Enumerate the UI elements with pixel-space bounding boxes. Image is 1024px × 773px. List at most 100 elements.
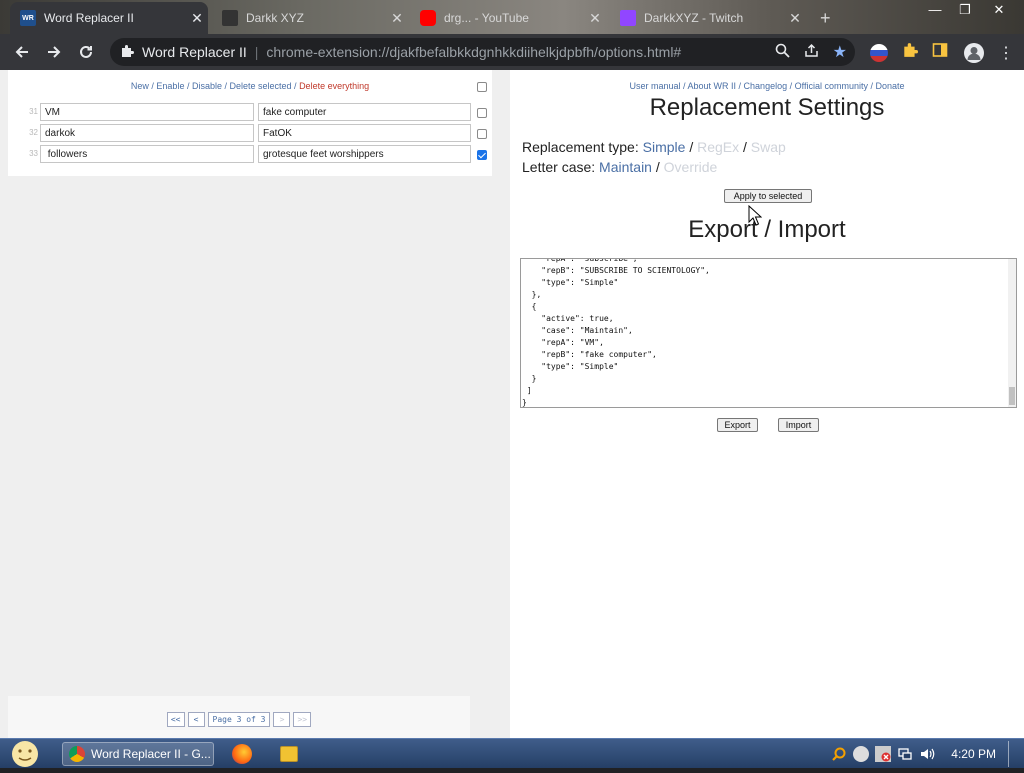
changelog-link[interactable]: Changelog bbox=[744, 81, 788, 91]
close-icon[interactable]: ✕ bbox=[186, 10, 208, 27]
settings-pane: User manual / About WR II / Changelog / … bbox=[510, 70, 1024, 738]
minimize-icon[interactable]: — bbox=[920, 2, 950, 17]
enable-link[interactable]: Enable bbox=[156, 81, 184, 91]
row-checkbox[interactable] bbox=[477, 108, 487, 118]
network-warning-icon[interactable] bbox=[875, 746, 892, 762]
row-checkbox[interactable] bbox=[477, 150, 487, 160]
case-override-option[interactable]: Override bbox=[664, 159, 718, 175]
restore-icon[interactable]: ❐ bbox=[950, 2, 980, 18]
close-icon[interactable]: ✕ bbox=[784, 10, 806, 27]
table-row: 33 followers grotesque feet worshippers bbox=[8, 145, 492, 164]
new-link[interactable]: New bbox=[131, 81, 149, 91]
replace-field[interactable]: FatOK bbox=[258, 124, 471, 142]
apply-to-selected-button[interactable]: Apply to selected bbox=[724, 189, 812, 203]
address-bar[interactable]: Word Replacer II | chrome-extension://dj… bbox=[110, 38, 855, 66]
about-link[interactable]: About WR II bbox=[688, 81, 737, 91]
extensions-area: ⋮ bbox=[862, 36, 1020, 69]
taskbar-chrome-window[interactable]: Word Replacer II - G... bbox=[62, 742, 214, 766]
extension-options-page: New / Enable / Disable / Delete selected… bbox=[0, 70, 1024, 738]
disable-link[interactable]: Disable bbox=[192, 81, 222, 91]
replace-field[interactable]: fake computer bbox=[258, 103, 471, 121]
export-json-textarea[interactable]: "repA": "subscribe", "repB": "SUBSCRIBE … bbox=[520, 258, 1017, 408]
export-button[interactable]: Export bbox=[717, 418, 758, 432]
start-button[interactable] bbox=[8, 740, 44, 768]
type-swap-option[interactable]: Swap bbox=[751, 139, 786, 155]
tab-darkk-xyz[interactable]: Darkk XYZ ✕ bbox=[212, 2, 408, 34]
delete-selected-link[interactable]: Delete selected bbox=[230, 81, 292, 91]
letter-case-label: Letter case: bbox=[522, 159, 596, 175]
twitch-icon bbox=[620, 10, 636, 26]
next-page-button[interactable]: > bbox=[273, 712, 291, 727]
replacement-list-pane: New / Enable / Disable / Delete selected… bbox=[0, 70, 510, 738]
taskbar-clock: 4:20 PM bbox=[951, 747, 996, 761]
tab-youtube[interactable]: drg... - YouTube ✕ bbox=[410, 2, 606, 34]
volume-icon[interactable] bbox=[919, 746, 935, 762]
show-desktop-button[interactable] bbox=[1008, 741, 1016, 767]
last-page-button[interactable]: >> bbox=[293, 712, 312, 727]
replace-field[interactable]: grotesque feet worshippers bbox=[258, 145, 471, 163]
table-row: 32 darkok FatOK bbox=[8, 124, 492, 143]
scrollbar-thumb[interactable] bbox=[1009, 387, 1015, 405]
address-separator: | bbox=[254, 44, 259, 60]
type-simple-option[interactable]: Simple bbox=[643, 139, 686, 155]
smiley-tray-icon[interactable] bbox=[853, 746, 870, 762]
replacement-type-row: Replacement type: Simple / RegEx / Swap bbox=[522, 139, 786, 155]
bookmark-star-icon[interactable]: ★ bbox=[833, 42, 847, 62]
find-field[interactable]: VM bbox=[40, 103, 254, 121]
first-page-button[interactable]: << bbox=[166, 712, 185, 727]
type-regex-option[interactable]: RegEx bbox=[697, 139, 739, 155]
new-tab-button[interactable]: + bbox=[812, 2, 842, 34]
menu-kebab-icon[interactable]: ⋮ bbox=[998, 43, 1014, 63]
tab-title: drg... - YouTube bbox=[444, 11, 529, 25]
tab-twitch[interactable]: DarkkXYZ - Twitch ✕ bbox=[610, 2, 806, 34]
extensions-puzzle-icon[interactable] bbox=[902, 42, 918, 63]
forward-icon[interactable] bbox=[38, 36, 70, 68]
puzzle-icon bbox=[120, 44, 134, 61]
share-icon[interactable] bbox=[804, 43, 819, 61]
table-row: 31 VM fake computer bbox=[8, 103, 492, 122]
donate-link[interactable]: Donate bbox=[875, 81, 904, 91]
textarea-scrollbar[interactable] bbox=[1008, 259, 1016, 407]
close-window-icon[interactable]: ✕ bbox=[984, 2, 1014, 18]
youtube-icon bbox=[420, 10, 436, 26]
tab-title: DarkkXYZ - Twitch bbox=[644, 11, 744, 25]
community-link[interactable]: Official community bbox=[795, 81, 868, 91]
close-icon[interactable]: ✕ bbox=[584, 10, 606, 27]
tab-strip: WR Word Replacer II ✕ Darkk XYZ ✕ drg...… bbox=[0, 0, 1024, 34]
mouse-cursor-icon bbox=[748, 205, 762, 226]
find-field[interactable]: darkok bbox=[40, 124, 254, 142]
close-icon[interactable]: ✕ bbox=[386, 10, 408, 27]
select-all-checkbox[interactable] bbox=[477, 82, 487, 92]
find-field[interactable]: followers bbox=[40, 145, 254, 163]
network-icon[interactable] bbox=[897, 746, 913, 762]
firefox-icon[interactable] bbox=[232, 742, 252, 766]
search-tray-icon[interactable] bbox=[831, 746, 847, 762]
page-indicator: Page 3 of 3 bbox=[207, 712, 271, 727]
address-url: chrome-extension://djakfbefalbkkdgnhkkdi… bbox=[266, 44, 682, 60]
case-maintain-option[interactable]: Maintain bbox=[599, 159, 652, 175]
zoom-icon[interactable] bbox=[775, 43, 790, 61]
back-icon[interactable] bbox=[6, 36, 38, 68]
tab-title: Word Replacer II bbox=[44, 11, 134, 25]
row-checkbox[interactable] bbox=[477, 129, 487, 139]
side-panel-icon[interactable] bbox=[932, 42, 948, 63]
delete-everything-link[interactable]: Delete everything bbox=[299, 81, 369, 91]
replacement-type-label: Replacement type: bbox=[522, 139, 639, 155]
pagination: << < Page 3 of 3 > >> bbox=[8, 712, 470, 727]
reload-icon[interactable] bbox=[70, 36, 102, 68]
help-links: User manual / About WR II / Changelog / … bbox=[629, 81, 905, 91]
creature-icon bbox=[222, 10, 238, 26]
profile-avatar[interactable] bbox=[964, 42, 984, 63]
row-number: 32 bbox=[29, 128, 38, 137]
flag-extension-icon[interactable] bbox=[870, 43, 888, 62]
wr-icon: WR bbox=[20, 10, 36, 26]
settings-title: Replacement Settings bbox=[649, 94, 885, 121]
chrome-icon bbox=[69, 746, 85, 762]
folder-icon[interactable] bbox=[280, 742, 298, 766]
tab-word-replacer[interactable]: WR Word Replacer II ✕ bbox=[10, 2, 208, 34]
user-manual-link[interactable]: User manual bbox=[629, 81, 680, 91]
import-button[interactable]: Import bbox=[778, 418, 819, 432]
taskbar: Word Replacer II - G... 4:20 PM bbox=[0, 738, 1024, 768]
prev-page-button[interactable]: < bbox=[187, 712, 205, 727]
taskbar-chrome-label: Word Replacer II - G... bbox=[91, 747, 211, 761]
